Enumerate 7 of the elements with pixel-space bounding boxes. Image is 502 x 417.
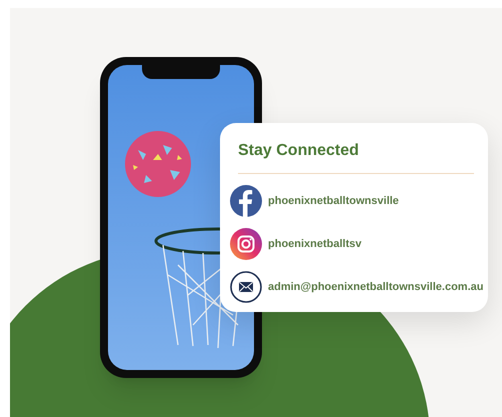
card-title: Stay Connected [237,141,360,161]
social-link[interactable]: phoenixnetballtsv [268,236,362,252]
social-link[interactable]: admin@phoenixnetballtownsville.com.au [268,278,484,296]
facebook-icon [230,185,262,217]
instagram-icon [230,228,262,260]
envelope-icon [230,271,262,303]
social-link[interactable]: phoenixnetballtownsville [268,192,399,210]
